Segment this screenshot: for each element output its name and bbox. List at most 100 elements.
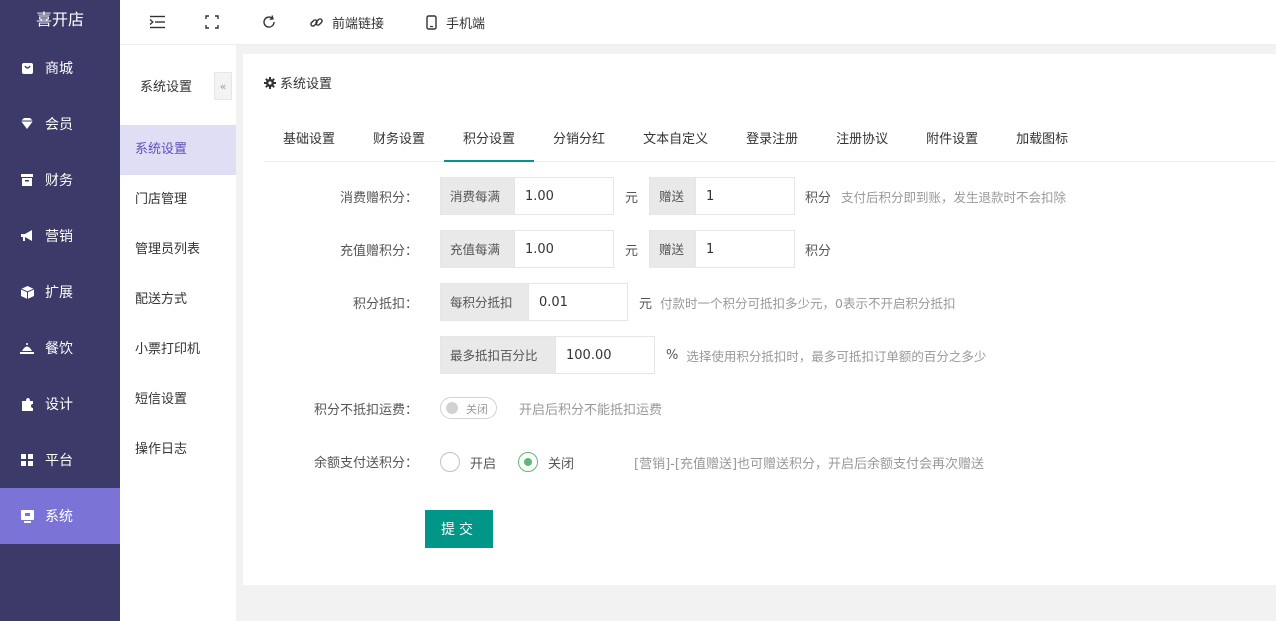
gear-icon [264, 76, 276, 89]
balance-row: 开启 关闭 [营销]-[充值赠送]也可赠送积分，开启后余额支付会再次赠送 [440, 452, 984, 472]
tab-points[interactable]: 积分设置 [444, 124, 535, 162]
indent-icon [149, 15, 166, 29]
settings-tabs: 基础设置 财务设置 积分设置 分销分红 文本自定义 登录注册 注册协议 附件设置… [264, 124, 1276, 162]
consume-points-label: 消费赠积分： [339, 191, 418, 206]
nav-item-finance[interactable]: 财务 [0, 152, 120, 208]
refresh-button[interactable] [261, 14, 277, 30]
sub-item-admin-list[interactable]: 管理员列表 [120, 225, 236, 275]
points-deduct-row: 每积分抵扣 元 付款时一个积分可抵扣多少元，0表示不开启积分抵扣 [440, 283, 955, 321]
consume-prefix: 消费每满 [440, 177, 515, 215]
balance-radio-off[interactable]: 关闭 [518, 452, 574, 472]
tab-attachment[interactable]: 附件设置 [907, 124, 997, 162]
nav-item-marketing[interactable]: 营销 [0, 208, 120, 264]
nav-item-extension[interactable]: 扩展 [0, 264, 120, 320]
sub-nav-header: 系统设置 « [120, 45, 236, 125]
nav-item-label: 会员 [45, 117, 73, 133]
sub-item-delivery[interactable]: 配送方式 [120, 275, 236, 325]
submit-button[interactable]: 提交 [425, 510, 493, 548]
radio-label: 关闭 [548, 456, 575, 472]
tab-distribution[interactable]: 分销分红 [534, 124, 624, 162]
frontend-link-button[interactable]: 前端链接 [309, 13, 384, 32]
menu-toggle-button[interactable] [149, 15, 166, 29]
nav-item-mall[interactable]: 商城 [0, 40, 120, 96]
max-percent-tip: 选择使用积分抵扣时，最多可抵扣订单额的百分之多少 [686, 348, 987, 364]
consume-amount-input[interactable] [515, 177, 614, 215]
tab-login-register[interactable]: 登录注册 [727, 124, 817, 162]
nav-item-system[interactable]: 系统 [0, 488, 120, 544]
consume-give-label: 赠送 [649, 177, 697, 215]
deduct-unit: 元 [639, 296, 653, 312]
sub-item-operation-log[interactable]: 操作日志 [120, 425, 236, 475]
grid-icon [20, 453, 34, 467]
panel-title-text: 系统设置 [280, 77, 333, 92]
radio-label: 开启 [470, 456, 497, 472]
mobile-phone-icon [426, 14, 437, 30]
top-bar: 前端链接 手机端 [120, 0, 1276, 45]
fullscreen-button[interactable] [205, 15, 219, 29]
mobile-button[interactable]: 手机端 [426, 13, 485, 32]
consume-give-unit: 积分 [805, 190, 832, 206]
freight-tip: 开启后积分不能抵扣运费 [519, 402, 663, 418]
max-percent-input[interactable] [556, 336, 655, 374]
puzzle-icon [20, 397, 34, 411]
recharge-give-label: 赠送 [649, 230, 697, 268]
nav-item-platform[interactable]: 平台 [0, 432, 120, 488]
refresh-icon [261, 14, 277, 30]
consume-tip: 支付后积分即到账，发生退款时不会扣除 [841, 189, 1067, 205]
nav-item-label: 商城 [45, 61, 73, 77]
tab-finance[interactable]: 财务设置 [354, 124, 444, 162]
sub-item-receipt-printer[interactable]: 小票打印机 [120, 325, 236, 375]
deduct-prefix: 每积分抵扣 [440, 283, 529, 321]
recharge-give-unit: 积分 [805, 243, 832, 259]
sub-item-system-settings[interactable]: 系统设置 [120, 125, 236, 175]
radio-circle [518, 452, 539, 472]
nav-item-label: 设计 [45, 397, 73, 413]
fullscreen-icon [205, 15, 219, 29]
tab-loading-icon[interactable]: 加载图标 [997, 124, 1087, 162]
nav-item-label: 餐饮 [45, 341, 73, 357]
double-chevron-left-icon: « [219, 79, 227, 93]
nav-item-label: 财务 [45, 173, 73, 189]
deduct-tip: 付款时一个积分可抵扣多少元，0表示不开启积分抵扣 [660, 295, 956, 311]
balance-tip: [营销]-[充值赠送]也可赠送积分，开启后余额支付会再次赠送 [634, 456, 985, 472]
recharge-points-label: 充值赠积分： [339, 244, 418, 259]
nav-item-label: 营销 [45, 229, 73, 245]
nav-item-catering[interactable]: 餐饮 [0, 320, 120, 376]
balance-radio-on[interactable]: 开启 [440, 452, 496, 472]
main-nav: 喜开店 商城 会员 财务 营销 扩展 餐饮 设计 平台 系统 [0, 0, 120, 621]
app-logo: 喜开店 [0, 0, 120, 40]
switch-text: 关闭 [466, 403, 488, 416]
nav-item-label: 系统 [45, 509, 73, 525]
freight-toggle-switch[interactable]: 关闭 [440, 397, 497, 419]
tab-basic[interactable]: 基础设置 [264, 124, 354, 162]
mobile-label: 手机端 [446, 16, 486, 32]
freight-row: 关闭 开启后积分不能抵扣运费 [440, 397, 662, 419]
recharge-points-row: 充值每满 元 赠送 积分 [440, 230, 841, 268]
consume-points-row: 消费每满 元 赠送 积分 支付后积分即到账，发生退款时不会扣除 [440, 177, 1066, 215]
nav-item-label: 平台 [45, 453, 73, 469]
consume-unit: 元 [625, 190, 639, 206]
recharge-amount-input[interactable] [515, 230, 614, 268]
recharge-give-input[interactable] [696, 230, 796, 268]
max-percent-row: 最多抵扣百分比 % 选择使用积分抵扣时，最多可抵扣订单额的百分之多少 [440, 336, 986, 374]
collapse-sidebar-button[interactable]: « [214, 72, 232, 100]
max-percent-prefix: 最多抵扣百分比 [440, 336, 556, 374]
deduct-value-input[interactable] [529, 283, 628, 321]
tab-register-agreement[interactable]: 注册协议 [817, 124, 907, 162]
link-icon [309, 15, 324, 30]
system-monitor-icon [20, 509, 34, 523]
sub-item-sms-settings[interactable]: 短信设置 [120, 375, 236, 425]
finance-box-icon [20, 173, 34, 187]
points-deduct-label: 积分抵扣： [352, 297, 418, 312]
nav-item-design[interactable]: 设计 [0, 376, 120, 432]
radio-circle [440, 452, 460, 472]
nav-item-member[interactable]: 会员 [0, 96, 120, 152]
tab-text-custom[interactable]: 文本自定义 [624, 124, 727, 162]
shop-bag-icon [20, 61, 34, 75]
sub-nav-title: 系统设置 [140, 79, 193, 95]
sub-nav: 系统设置 « 系统设置 门店管理 管理员列表 配送方式 小票打印机 短信设置 操… [120, 45, 236, 621]
consume-give-input[interactable] [696, 177, 796, 215]
sub-item-store-management[interactable]: 门店管理 [120, 175, 236, 225]
panel-title: 系统设置 [264, 73, 332, 92]
frontend-link-label: 前端链接 [332, 16, 385, 32]
